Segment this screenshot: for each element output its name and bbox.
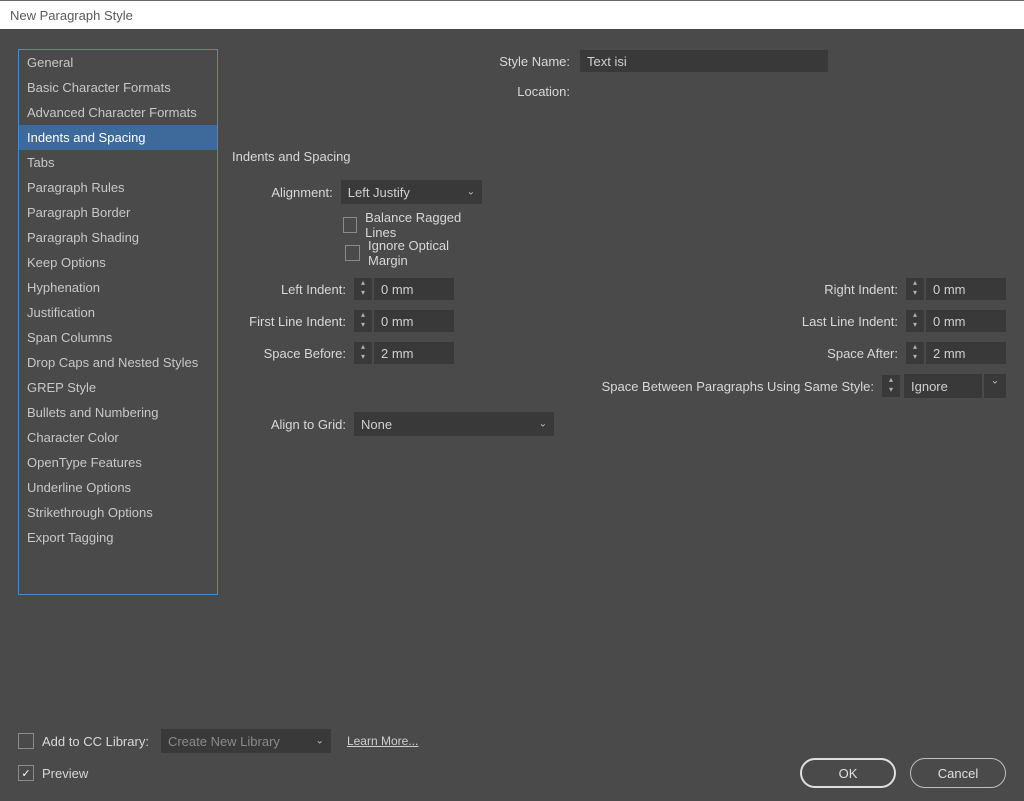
sidebar-item-rules[interactable]: Paragraph Rules [19,175,217,200]
main-panel: Style Name: Location: Indents and Spacin… [232,49,1006,722]
footer-row-library: Add to CC Library: Create New Library ⌄ … [18,728,1006,754]
sidebar-item-keep[interactable]: Keep Options [19,250,217,275]
row-alignment: Alignment: Left Justify ⌄ [232,180,1006,204]
chevron-down-icon: ⌄ [467,187,475,198]
cc-library-value: Create New Library [168,734,280,749]
space-before-input[interactable] [374,342,454,364]
chevron-down-icon: ⌄ [991,375,999,386]
dialog-body: General Basic Character Formats Advanced… [0,29,1024,801]
spinner-buttons[interactable]: ▴▾ [882,375,900,397]
spinner-buttons[interactable]: ▴▾ [354,342,372,364]
space-after-input[interactable] [926,342,1006,364]
right-indent-input[interactable] [926,278,1006,300]
sidebar-item-grep[interactable]: GREP Style [19,375,217,400]
space-before-spinner[interactable]: ▴▾ [354,342,454,364]
ignore-optical-checkbox[interactable]: Ignore Optical Margin [345,242,482,264]
label-align-grid: Align to Grid: [232,417,354,432]
sidebar-item-span[interactable]: Span Columns [19,325,217,350]
right-indent-spinner[interactable]: ▴▾ [906,278,1006,300]
chevron-down-icon: ⌄ [316,736,324,747]
cancel-button[interactable]: Cancel [910,758,1006,788]
sidebar-item-drop[interactable]: Drop Caps and Nested Styles [19,350,217,375]
sidebar-item-indents[interactable]: Indents and Spacing [19,125,217,150]
balance-label: Balance Ragged Lines [365,210,482,240]
label-space-before: Space Before: [232,346,354,361]
last-line-input[interactable] [926,310,1006,332]
sidebar-item-charcolor[interactable]: Character Color [19,425,217,450]
first-line-spinner[interactable]: ▴▾ [354,310,454,332]
dialog-titlebar: New Paragraph Style [0,1,1024,29]
checkbox-icon [345,245,360,261]
last-line-spinner[interactable]: ▴▾ [906,310,1006,332]
ok-button[interactable]: OK [800,758,896,788]
space-between-value: Ignore [911,379,948,394]
sidebar-item-justify[interactable]: Justification [19,300,217,325]
label-space-between: Space Between Paragraphs Using Same Styl… [232,379,882,394]
sidebar-item-shading[interactable]: Paragraph Shading [19,225,217,250]
row-left-right-indent: Left Indent: ▴▾ Right Indent: ▴▾ [232,278,1006,300]
style-name-input[interactable] [580,50,828,72]
label-right-indent: Right Indent: [824,282,906,297]
alignment-dropdown[interactable]: Left Justify ⌄ [341,180,482,204]
sidebar-item-export[interactable]: Export Tagging [19,525,217,550]
sidebar-item-hyphen[interactable]: Hyphenation [19,275,217,300]
left-indent-spinner[interactable]: ▴▾ [354,278,454,300]
footer-row-buttons: ✓ Preview OK Cancel [18,758,1006,788]
add-cc-label: Add to CC Library: [42,734,149,749]
first-line-input[interactable] [374,310,454,332]
preview-checkbox[interactable]: ✓ Preview [18,762,88,784]
dialog-footer: Add to CC Library: Create New Library ⌄ … [18,728,1006,788]
space-after-spinner[interactable]: ▴▾ [906,342,1006,364]
left-indent-input[interactable] [374,278,454,300]
space-between-dropdown[interactable]: Ignore [904,374,982,398]
label-left-indent: Left Indent: [232,282,354,297]
row-first-last-indent: First Line Indent: ▴▾ Last Line Indent: … [232,310,1006,332]
label-first-line-indent: First Line Indent: [232,314,354,329]
label-alignment: Alignment: [232,185,341,200]
label-location: Location: [232,84,580,99]
chevron-down-icon: ⌄ [539,419,547,430]
spinner-buttons[interactable]: ▴▾ [906,342,924,364]
label-space-after: Space After: [827,346,906,361]
spinner-buttons[interactable]: ▴▾ [354,278,372,300]
row-balance: Balance Ragged Lines [232,214,1006,236]
label-last-line-indent: Last Line Indent: [802,314,906,329]
spinner-buttons[interactable]: ▴▾ [354,310,372,332]
sidebar-item-opentype[interactable]: OpenType Features [19,450,217,475]
category-sidebar: General Basic Character Formats Advanced… [18,49,218,595]
new-paragraph-style-dialog: New Paragraph Style General Basic Charac… [0,0,1024,801]
sidebar-item-general[interactable]: General [19,50,217,75]
row-space-between: Space Between Paragraphs Using Same Styl… [232,374,1006,398]
spinner-buttons[interactable]: ▴▾ [906,310,924,332]
align-grid-dropdown[interactable]: None ⌄ [354,412,554,436]
balance-ragged-checkbox[interactable]: Balance Ragged Lines [343,214,482,236]
ignore-optical-label: Ignore Optical Margin [368,238,482,268]
sidebar-item-adv-char[interactable]: Advanced Character Formats [19,100,217,125]
sidebar-item-strike[interactable]: Strikethrough Options [19,500,217,525]
sidebar-item-bullets[interactable]: Bullets and Numbering [19,400,217,425]
dialog-title: New Paragraph Style [10,8,133,23]
row-align-grid: Align to Grid: None ⌄ [232,412,1006,436]
checkbox-checked-icon: ✓ [18,765,34,781]
preview-label: Preview [42,766,88,781]
row-space-before-after: Space Before: ▴▾ Space After: ▴▾ [232,342,1006,364]
align-grid-value: None [361,417,392,432]
learn-more-link[interactable]: Learn More... [347,734,418,748]
sidebar-item-border[interactable]: Paragraph Border [19,200,217,225]
alignment-value: Left Justify [348,185,410,200]
row-location: Location: [232,79,1006,103]
checkbox-icon [18,733,34,749]
sidebar-item-tabs[interactable]: Tabs [19,150,217,175]
row-ignore-optical: Ignore Optical Margin [232,242,1006,264]
cc-library-dropdown[interactable]: Create New Library ⌄ [161,729,331,753]
label-style-name: Style Name: [232,54,580,69]
sidebar-item-underline[interactable]: Underline Options [19,475,217,500]
row-style-name: Style Name: [232,49,1006,73]
section-title: Indents and Spacing [232,149,1006,164]
sidebar-item-basic-char[interactable]: Basic Character Formats [19,75,217,100]
space-between-chev[interactable]: ⌄ [984,374,1006,398]
add-cc-library-checkbox[interactable]: Add to CC Library: [18,730,149,752]
checkbox-icon [343,217,358,233]
spinner-buttons[interactable]: ▴▾ [906,278,924,300]
